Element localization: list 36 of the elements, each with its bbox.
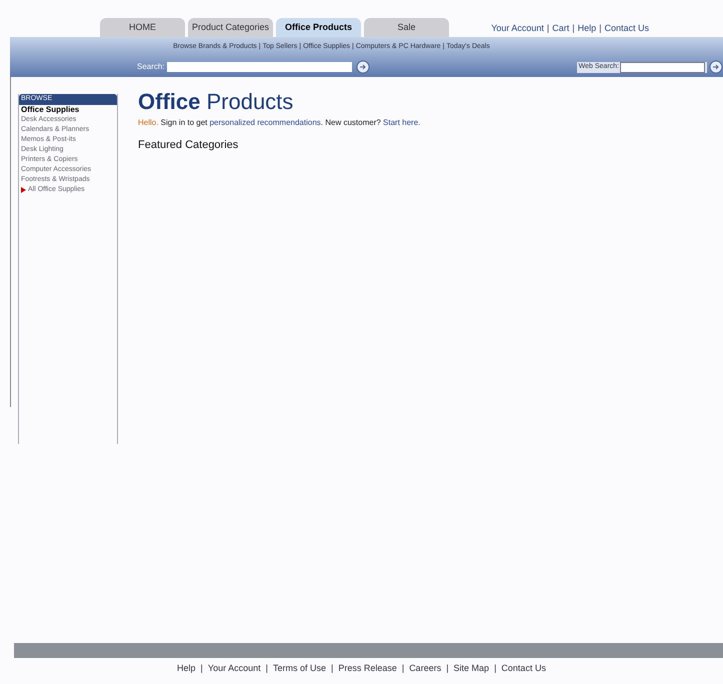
nav-link[interactable]: Press Release	[338, 662, 397, 676]
search-label: Search:	[137, 61, 165, 73]
nav-link[interactable]: Your Account	[491, 22, 544, 35]
section-title: Featured Categories	[138, 138, 240, 153]
sidebar-link[interactable]: Office Supplies	[19, 104, 117, 114]
web-search-field[interactable]	[620, 62, 705, 72]
nav-link[interactable]: Contact Us	[501, 662, 546, 676]
nav-tab[interactable]: Sale	[364, 18, 449, 37]
separator: |	[572, 22, 575, 35]
separator: |	[599, 22, 602, 35]
nav-link[interactable]: Help	[177, 662, 196, 676]
nav-link[interactable]: Site Map	[454, 662, 490, 676]
separator: |	[200, 662, 203, 675]
nav-link[interactable]: Terms of Use	[272, 662, 326, 676]
nav-link[interactable]: Contact Us	[604, 22, 649, 35]
search-field[interactable]	[166, 62, 352, 72]
nav-tab[interactable]: Product Categories	[188, 18, 273, 37]
nav-tab[interactable]: HOME	[100, 18, 185, 37]
separator: |	[494, 662, 496, 675]
nav-link[interactable]: Your Account	[208, 662, 261, 676]
greeting-text: Hello. Sign in to get personalized recommendations. New customer? Start here.	[138, 117, 420, 129]
separator: |	[402, 662, 404, 675]
nav-link[interactable]: Cart	[552, 22, 570, 35]
separator: |	[330, 662, 334, 675]
arrow-icon	[21, 186, 26, 192]
nav-tab[interactable]: Office Products	[276, 18, 361, 37]
page-title: Office Products	[138, 89, 294, 115]
go-icon[interactable]	[356, 60, 370, 74]
go-icon[interactable]	[709, 60, 723, 74]
text-link[interactable]: personalized recommendations	[210, 118, 321, 127]
text-link[interactable]: Start here.	[383, 118, 420, 127]
separator: |	[266, 662, 268, 675]
separator: |	[446, 662, 449, 675]
separator: |	[546, 22, 550, 35]
nav-link[interactable]: Help	[578, 22, 596, 35]
nav-link[interactable]: Careers	[409, 662, 442, 676]
